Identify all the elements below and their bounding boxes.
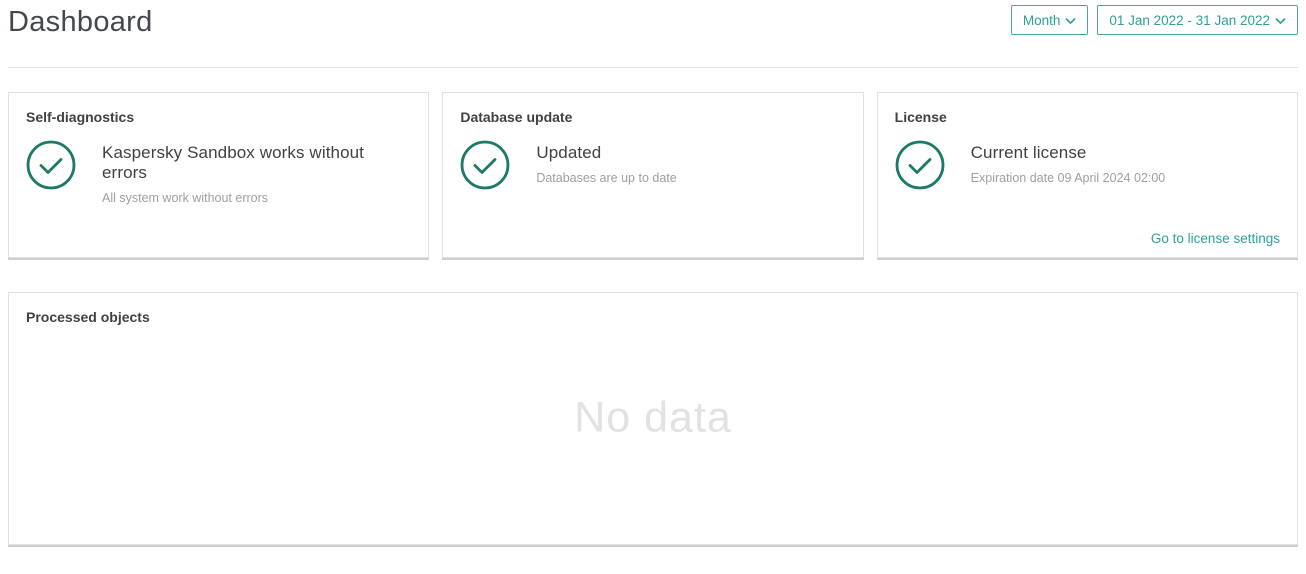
status-subtitle: Databases are up to date xyxy=(536,171,677,185)
status-title: Current license xyxy=(970,143,1087,162)
chevron-down-icon xyxy=(1275,17,1286,25)
check-circle-icon xyxy=(895,140,945,195)
card-database-update: Database update Updated Databases are up… xyxy=(442,92,864,258)
empty-state-text: No data xyxy=(574,393,732,442)
status-row: Updated Databases are up to date xyxy=(460,140,845,195)
status-texts: Updated Databases are up to date xyxy=(536,140,676,185)
check-circle-icon xyxy=(26,140,76,195)
status-subtitle: Expiration date 09 April 2024 02:00 xyxy=(970,171,1166,185)
page-title: Dashboard xyxy=(8,6,153,38)
date-range-button[interactable]: 01 Jan 2022 - 31 Jan 2022 xyxy=(1097,5,1298,35)
date-range-label: 01 Jan 2022 - 31 Jan 2022 xyxy=(1109,12,1270,28)
status-title: Updated xyxy=(536,143,602,162)
status-row: Current license Expiration date 09 April… xyxy=(895,140,1280,195)
status-title: Kaspersky Sandbox works without errors xyxy=(102,143,365,182)
period-select-button[interactable]: Month xyxy=(1010,5,1089,35)
status-texts: Current license Expiration date 09 April… xyxy=(971,140,1166,185)
card-license: License Current license Expiration date … xyxy=(876,92,1298,258)
period-select-label: Month xyxy=(1022,12,1061,28)
header-controls: Month 01 Jan 2022 - 31 Jan 2022 xyxy=(1010,5,1298,35)
status-texts: Kaspersky Sandbox works without errors A… xyxy=(102,140,411,205)
status-cards-row: Self-diagnostics Kaspersky Sandbox works… xyxy=(8,92,1298,258)
license-settings-link[interactable]: Go to license settings xyxy=(1151,231,1280,246)
status-subtitle: All system work without errors xyxy=(102,191,269,205)
page-header: Dashboard Month 01 Jan 2022 - 31 Jan 202… xyxy=(8,0,1298,68)
card-header: License xyxy=(894,109,947,125)
dashboard-page: Dashboard Month 01 Jan 2022 - 31 Jan 202… xyxy=(0,0,1306,545)
check-circle-icon xyxy=(460,140,510,195)
processed-objects-panel: Processed objects No data xyxy=(8,292,1298,545)
card-self-diagnostics: Self-diagnostics Kaspersky Sandbox works… xyxy=(8,92,430,258)
chevron-down-icon xyxy=(1065,17,1076,25)
status-row: Kaspersky Sandbox works without errors A… xyxy=(26,140,411,205)
panel-header: Processed objects xyxy=(26,309,150,325)
card-header: Database update xyxy=(460,109,573,125)
card-header: Self-diagnostics xyxy=(26,109,135,125)
